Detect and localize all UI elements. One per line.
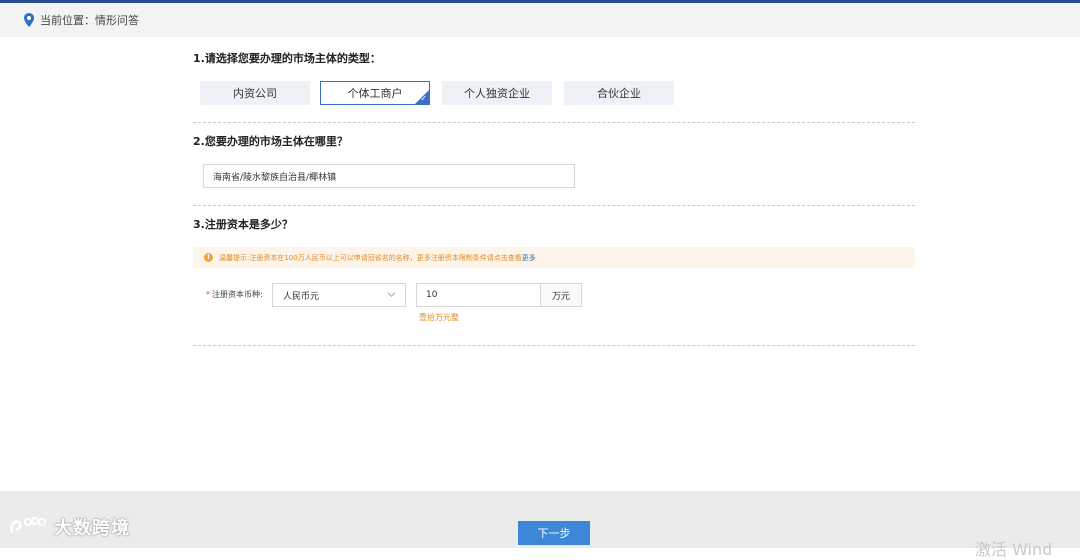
next-step-button[interactable]: 下一步 [518, 521, 590, 545]
unit-addon: 万元 [540, 283, 582, 307]
currency-label-text: 注册资本币种: [212, 290, 263, 299]
question-2-title: 2.您要办理的市场主体在哪里？ [193, 135, 348, 148]
question-1-title: 1.请选择您要办理的市场主体的类型： [193, 52, 381, 65]
option-label: 个人独资企业 [464, 87, 530, 100]
capital-amount-input[interactable]: 10 [416, 283, 541, 307]
option-label: 合伙企业 [597, 87, 641, 100]
location-value: 海南省/陵水黎族自治县/椰林镇 [213, 172, 337, 183]
section-divider [193, 345, 915, 346]
location-pin-icon [24, 13, 34, 27]
notice-text: 温馨提示:注册资本在100万人民币以上可以申请冠省名的名称，更多注册资本限制条件… [219, 253, 522, 262]
option-label: 内资公司 [233, 87, 277, 100]
watermark: 大数跨境 [8, 514, 130, 540]
currency-select[interactable]: 人民币元 [272, 283, 406, 307]
currency-field-label: * 注册资本币种: [206, 289, 263, 300]
capital-amount-value: 10 [426, 290, 438, 300]
info-icon: ! [204, 253, 213, 262]
activate-windows-overlay: 激活 Wind [975, 540, 1053, 559]
currency-value: 人民币元 [283, 291, 320, 302]
check-icon: ✓ [420, 94, 427, 103]
watermark-logo-icon [10, 517, 46, 534]
option-domestic-company[interactable]: 内资公司 [200, 81, 310, 105]
unit-label: 万元 [551, 291, 570, 302]
more-link[interactable]: 更多 [522, 253, 536, 263]
breadcrumb: 当前位置：情形问答 [0, 3, 1080, 37]
required-mark: * [206, 290, 210, 299]
option-partnership[interactable]: 合伙企业 [564, 81, 674, 105]
section-divider [193, 205, 915, 206]
section-divider [193, 122, 915, 123]
option-individual-business[interactable]: 个体工商户 ✓ [320, 81, 430, 105]
chevron-down-icon [387, 292, 396, 297]
option-sole-proprietorship[interactable]: 个人独资企业 [442, 81, 552, 105]
location-field[interactable]: 海南省/陵水黎族自治县/椰林镇 [203, 164, 575, 188]
option-label: 个体工商户 [347, 87, 403, 100]
amount-in-words: 壹拾万元整 [419, 313, 459, 322]
breadcrumb-text: 当前位置：情形问答 [40, 14, 139, 27]
capital-notice: ! 温馨提示:注册资本在100万人民币以上可以申请冠省名的名称，更多注册资本限制… [193, 247, 915, 268]
question-3-title: 3.注册资本是多少？ [193, 218, 293, 231]
watermark-text: 大数跨境 [54, 518, 130, 539]
